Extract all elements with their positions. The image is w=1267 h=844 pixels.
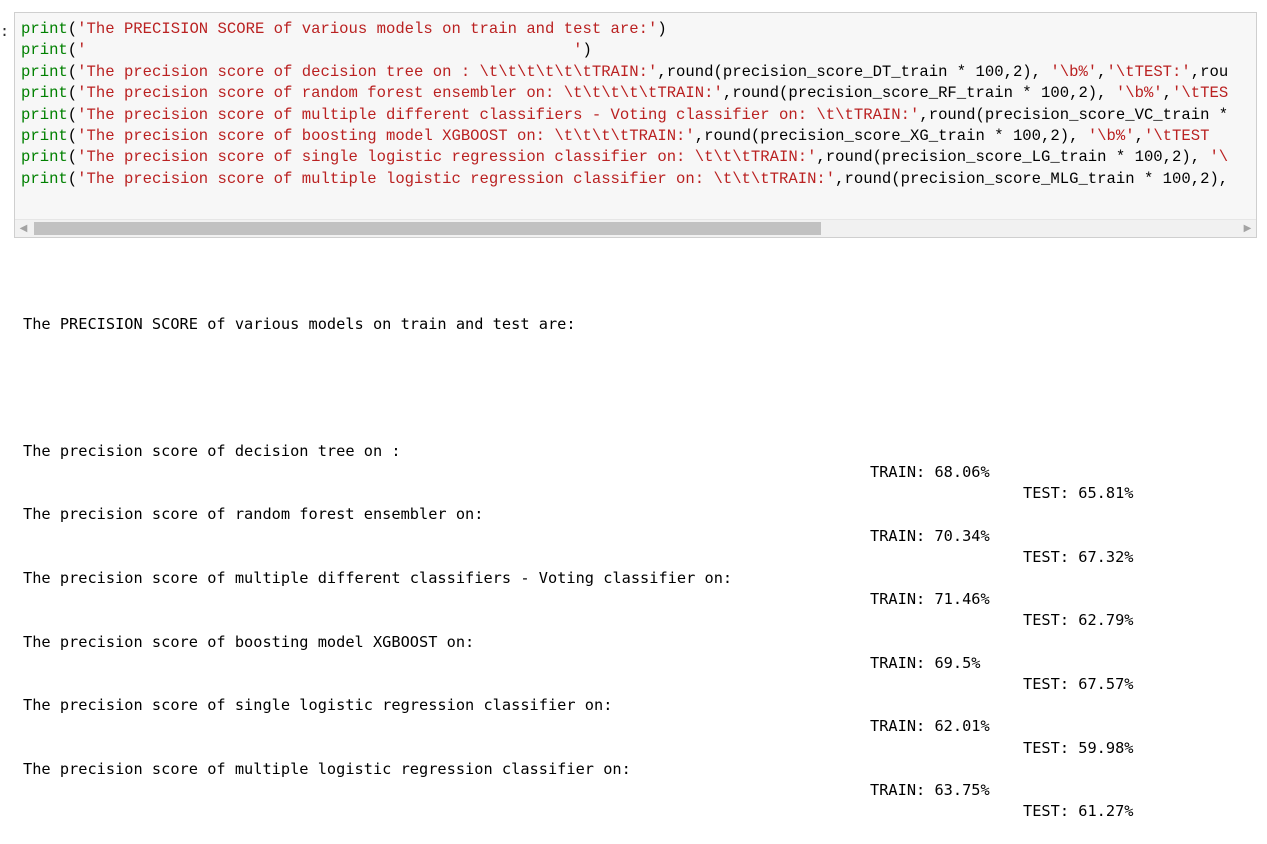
output-row: The precision score of decision tree on … [23, 420, 1134, 502]
code-line: print(' ') [21, 40, 1228, 61]
model-label: The precision score of boosting model XG… [23, 632, 475, 651]
code-string: 'The precision score of multiple logisti… [77, 169, 836, 188]
code-text: ( [67, 84, 78, 103]
code-text: , [1097, 62, 1107, 81]
output-row: The precision score of boosting model XG… [23, 610, 1134, 693]
output-blank-row [23, 356, 60, 377]
code-string: '\ [1209, 148, 1229, 167]
output-row: The precision score of random forest ens… [23, 483, 1134, 565]
code-text: ( [67, 126, 78, 145]
code-editor[interactable]: print('The PRECISION SCORE of various mo… [21, 19, 1228, 190]
code-string: ' ' [77, 41, 583, 60]
cell-output: The PRECISION SCORE of various models on… [23, 250, 1134, 821]
output-row: The precision score of multiple logistic… [23, 738, 1134, 820]
code-keyword: print [21, 62, 68, 81]
model-label: The precision score of random forest ens… [23, 505, 484, 524]
code-string: '\b%' [1115, 84, 1163, 103]
code-text: ( [67, 105, 78, 124]
code-string: 'The precision score of multiple differe… [77, 105, 920, 124]
model-label: The precision score of decision tree on … [23, 441, 401, 460]
code-text: ,round(precision_score_LG_train * 100,2)… [816, 148, 1210, 167]
output-header: The PRECISION SCORE of various models on… [23, 314, 576, 333]
code-text: ) [657, 20, 667, 38]
code-text: ,round(precision_score_DT_train * 100,2)… [657, 62, 1051, 81]
test-score: TEST: 67.57% [1023, 674, 1134, 693]
code-string: '\tTES [1172, 84, 1229, 103]
code-keyword: print [21, 105, 68, 124]
output-header-row: The PRECISION SCORE of various models on… [23, 292, 576, 333]
code-keyword: print [21, 169, 68, 188]
code-string: 'The precision score of random forest en… [77, 84, 723, 103]
code-line: print('The precision score of boosting m… [21, 126, 1228, 147]
model-label: The precision score of single logistic r… [23, 696, 613, 715]
code-text: ,round(precision_score_XG_train * 100,2)… [694, 126, 1088, 145]
test-score: TEST: 67.32% [1023, 547, 1134, 566]
code-keyword: print [21, 41, 68, 60]
code-line: print('The precision score of decision t… [21, 62, 1228, 83]
code-line: print('The precision score of single log… [21, 147, 1228, 168]
code-keyword: print [21, 126, 68, 145]
code-string: 'The precision score of single logistic … [77, 148, 817, 167]
code-text: ,round(precision_score_MLG_train * 100,2… [835, 169, 1229, 188]
train-score: TRAIN: 71.46% [870, 590, 990, 609]
code-line: print('The precision score of random for… [21, 83, 1228, 104]
horizontal-scrollbar[interactable]: ◀ ▶ [15, 219, 1256, 237]
code-line: print('The precision score of multiple d… [21, 105, 1228, 126]
train-score: TRAIN: 70.34% [870, 526, 990, 545]
code-string: 'The precision score of boosting model X… [77, 126, 695, 145]
code-text: ( [67, 20, 78, 38]
code-text: ( [67, 62, 78, 81]
cell-prompt: : [0, 22, 10, 40]
code-text: ( [67, 41, 78, 60]
code-string: '\tTEST:' [1106, 62, 1191, 81]
chevron-right-icon[interactable]: ▶ [1239, 220, 1256, 237]
code-string: '\b%' [1050, 62, 1098, 81]
model-label: The precision score of multiple differen… [23, 568, 733, 587]
code-line: print('The precision score of multiple l… [21, 169, 1228, 190]
code-cell[interactable]: print('The PRECISION SCORE of various mo… [14, 12, 1257, 238]
code-text: ,rou [1190, 62, 1229, 81]
code-text: ,round(precision_score_RF_train * 100,2)… [722, 84, 1116, 103]
test-score: TEST: 65.81% [1023, 484, 1134, 503]
scrollbar-thumb[interactable] [34, 222, 821, 235]
chevron-left-icon[interactable]: ◀ [15, 220, 32, 237]
test-score: TEST: 61.27% [1023, 802, 1134, 821]
code-text: , [1134, 126, 1144, 145]
train-score: TRAIN: 68.06% [870, 463, 990, 481]
code-text: ,round(precision_score_VC_train * [919, 105, 1229, 124]
code-text: ) [582, 41, 592, 60]
output-row: The precision score of multiple differen… [23, 547, 1134, 629]
code-text: , [1162, 84, 1173, 103]
code-text: ( [67, 148, 78, 167]
train-score: TRAIN: 69.5% [870, 653, 981, 672]
train-score: TRAIN: 63.75% [870, 780, 990, 799]
test-score: TEST: 59.98% [1023, 738, 1134, 757]
code-string: 'The PRECISION SCORE of various models o… [77, 20, 658, 38]
code-text: ( [67, 169, 78, 188]
code-keyword: print [21, 84, 68, 103]
code-keyword: print [21, 20, 68, 38]
train-score: TRAIN: 62.01% [870, 717, 990, 736]
code-string: '\b%' [1087, 126, 1135, 145]
code-string: '\tTEST [1143, 126, 1210, 145]
output-row: The precision score of single logistic r… [23, 674, 1134, 756]
model-label: The precision score of multiple logistic… [23, 759, 631, 778]
code-keyword: print [21, 148, 68, 167]
code-string: 'The precision score of decision tree on… [77, 62, 658, 81]
test-score: TEST: 62.79% [1023, 611, 1134, 630]
code-line: print('The PRECISION SCORE of various mo… [21, 19, 1228, 40]
